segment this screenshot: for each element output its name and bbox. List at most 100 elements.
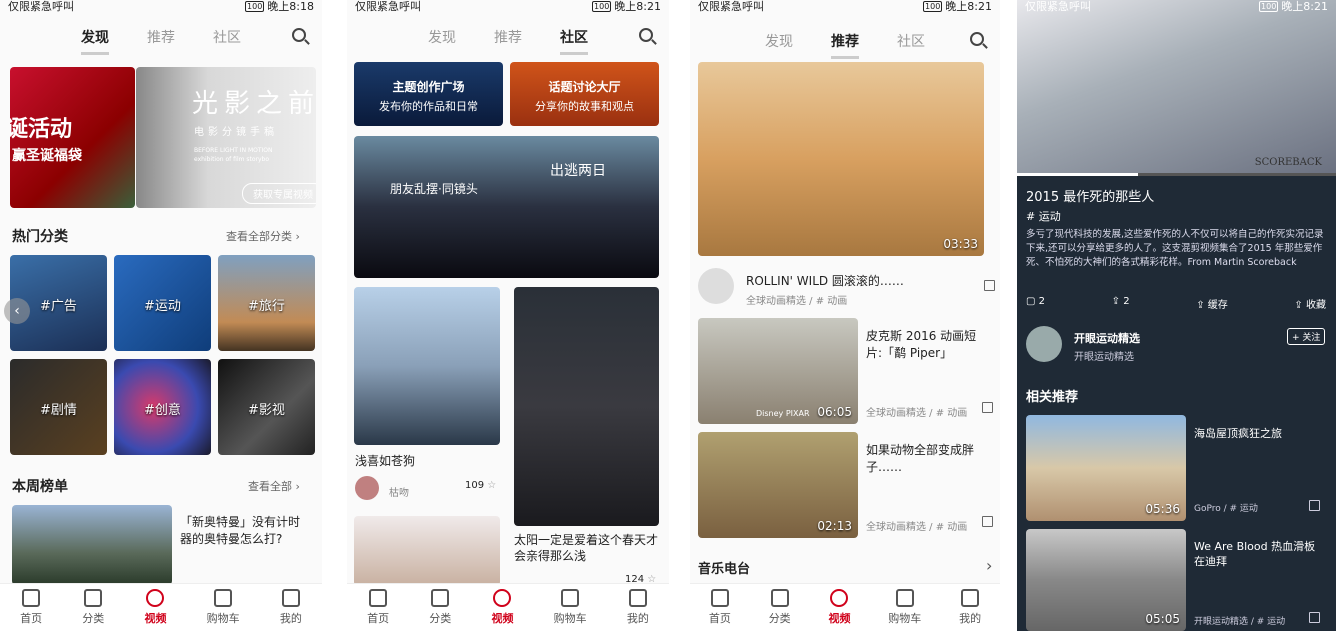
favorite-button[interactable]: ⇪ 收藏 [1294,296,1326,311]
top-tabs: 发现 推荐 社区 [347,14,669,60]
play-icon [830,589,849,607]
related-thumb-2[interactable]: 05:05 [1026,529,1186,631]
category-travel[interactable]: #旅行 [218,255,315,351]
nav-video[interactable]: 视频 [491,589,513,626]
related-video-title-2[interactable]: We Are Blood 热血滑板在迪拜 [1194,539,1324,569]
nav-cart[interactable]: 购物车 [207,589,240,626]
chevron-left-icon[interactable]: ‹ [4,298,30,324]
cache-button[interactable]: ⇪ 缓存 [1196,296,1228,311]
progress-track[interactable] [1017,173,1336,176]
tab-discover[interactable]: 发现 [428,21,456,53]
status-bar: 仅限紧急呼叫 100 晚上8:21 [347,0,669,14]
avatar[interactable] [1026,326,1062,362]
category-label: #广告 [40,299,77,314]
related-video-title-1[interactable]: 海岛屋顶疯狂之旅 [1194,425,1324,441]
nav-category[interactable]: 分类 [769,589,791,626]
banner-film-button[interactable]: 获取专属视频 [242,183,316,204]
nav-video[interactable]: 视频 [144,589,166,626]
share-icon[interactable] [982,516,993,527]
search-icon[interactable] [639,28,653,42]
nav-mine[interactable]: 我的 [280,589,302,626]
post-title-2[interactable]: 太阳一定是爱着这个春天才会亲得那么浅 [514,532,659,564]
video-player[interactable]: SCOREBACK [1017,0,1336,176]
tab-recommend[interactable]: 推荐 [147,21,175,53]
action-row: ▢ 2 ⇪ 2 ⇪ 缓存 ⇪ 收藏 [1026,296,1326,311]
nav-mine[interactable]: 我的 [627,589,649,626]
status-right: 100 晚上8:21 [923,0,992,14]
avatar[interactable] [355,476,379,500]
status-right: 100 晚上8:21 [592,0,661,14]
share-icon[interactable] [982,402,993,413]
comment-button[interactable]: ▢ 2 [1026,296,1045,311]
video-title-3[interactable]: 如果动物全部变成胖子…… [866,442,992,476]
nav-category[interactable]: 分类 [82,589,104,626]
video-title-2[interactable]: 皮克斯 2016 动画短片:「鹬 Piper」 [866,328,992,362]
share-icon[interactable] [984,280,995,291]
tab-recommend[interactable]: 推荐 [831,25,859,59]
banner-christmas[interactable]: 诞活动 赢圣诞福袋 [10,67,135,208]
nav-home[interactable]: 首页 [709,589,731,626]
share-icon: ⇪ [1111,296,1121,307]
video-thumb-1[interactable]: 03:33 [698,62,984,256]
share-button[interactable]: ⇪ 2 [1112,296,1130,311]
video-title-1[interactable]: ROLLIN' WILD 圆滚滚的…… [746,272,904,289]
nav-video[interactable]: 视频 [828,589,850,626]
share-icon[interactable] [1309,500,1320,511]
status-bar: 仅限紧急呼叫 100 晚上8:21 [690,0,1000,14]
category-creative[interactable]: #创意 [114,359,211,455]
related-thumb-1[interactable]: 05:36 [1026,415,1186,521]
avatar[interactable] [698,268,734,304]
nav-label: 分类 [768,612,791,625]
tab-discover[interactable]: 发现 [765,25,793,57]
weekly-thumb[interactable] [12,505,172,585]
category-drama[interactable]: #剧情 [10,359,107,455]
video-thumb-3[interactable]: 02:13 [698,432,858,538]
chevron-right-icon[interactable]: › [986,556,992,575]
nav-home[interactable]: 首页 [367,589,389,626]
user-icon [628,589,647,607]
nav-cart[interactable]: 购物车 [888,589,921,626]
search-icon[interactable] [292,28,306,42]
clock: 晚上8:21 [945,0,992,13]
follow-button[interactable]: + 关注 [1287,328,1326,345]
weekly-item-title[interactable]: 「新奥特曼」没有计时器的奥特曼怎么打? [180,514,310,548]
author-name[interactable]: 开眼运动精选 [1074,330,1140,346]
card-creation-plaza[interactable]: 主题创作广场 发布你的作品和日常 [354,62,503,126]
featured-post-image[interactable]: 朋友乱摆·同镜头 出逃两日 [354,136,659,278]
card-title: 主题创作广场 [392,80,465,94]
nav-home[interactable]: 首页 [20,589,42,626]
banner-film-en1: BEFORE LIGHT IN MOTION [194,147,273,154]
post-title-1[interactable]: 浅喜如苍狗 [355,452,415,469]
nav-category[interactable]: 分类 [429,589,451,626]
search-icon[interactable] [970,32,984,46]
banner-film[interactable]: 光影之前 电影分镜手稿 BEFORE LIGHT IN MOTION exhib… [136,67,316,208]
author-subtitle: 开眼运动精选 [1074,352,1134,363]
post-image-2[interactable] [514,287,659,526]
post-image-3[interactable] [354,516,500,586]
hot-categories-more[interactable]: 查看全部分类 › [226,228,300,244]
tab-community[interactable]: 社区 [897,25,925,57]
share-icon[interactable] [1309,612,1320,623]
category-sport[interactable]: #运动 [114,255,211,351]
tab-community[interactable]: 社区 [213,21,241,53]
nav-mine[interactable]: 我的 [959,589,981,626]
post-image-1[interactable] [354,287,500,445]
nav-label: 视频 [491,612,514,625]
tab-community[interactable]: 社区 [560,21,588,55]
star-icon[interactable]: ☆ [487,480,496,491]
nav-label: 购物车 [888,612,922,625]
tab-discover[interactable]: 发现 [81,21,109,55]
battery-level: 100 [1259,1,1279,12]
nav-cart[interactable]: 购物车 [554,589,587,626]
carrier-text: 仅限紧急呼叫 [8,0,74,13]
clock: 晚上8:21 [614,0,661,13]
category-film[interactable]: #影视 [218,359,315,455]
screen-discover: 仅限紧急呼叫 100 晚上8:18 发现 推荐 社区 诞活动 赢圣诞福袋 光影之前 … [0,0,322,631]
card-topic-hall[interactable]: 话题讨论大厅 分享你的故事和观点 [510,62,659,126]
weekly-chart-more[interactable]: 查看全部 › [248,478,300,494]
tab-recommend[interactable]: 推荐 [494,21,522,53]
play-icon [493,589,512,607]
video-thumb-2[interactable]: Disney PIXAR 06:05 [698,318,858,424]
video-duration: 06:05 [817,405,852,419]
video-tag[interactable]: # 运动 [1026,208,1061,224]
